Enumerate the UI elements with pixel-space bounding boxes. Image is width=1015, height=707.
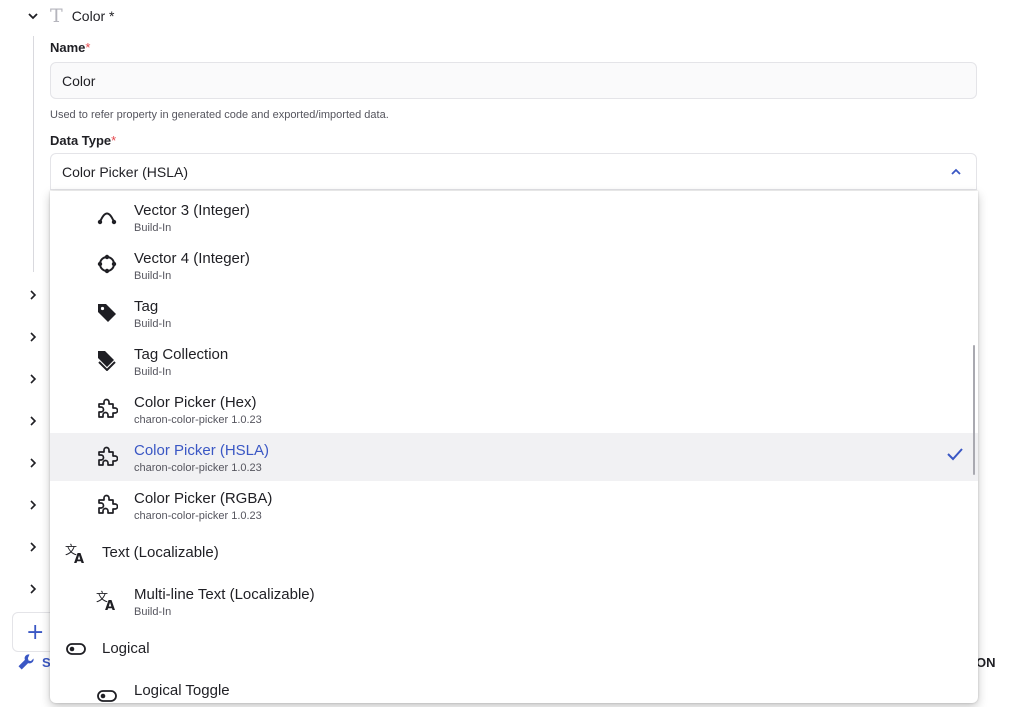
option-color-picker-rgba[interactable]: Color Picker (RGBA) charon-color-picker … [50,481,978,529]
vector4-icon [96,253,118,275]
puzzle-icon [96,493,119,515]
required-mark: * [85,40,91,55]
tags-icon [96,349,118,372]
name-label-text: Name [50,40,86,55]
chevron-right-icon[interactable] [24,580,42,598]
data-type-dropdown[interactable]: Vector 3 (Integer) Build-In Vector 4 (In… [50,191,978,703]
chevron-down-icon[interactable] [22,5,44,27]
option-label: Vector 4 (Integer) [134,250,250,267]
option-source: Build-In [134,270,172,282]
name-label: Name* [50,40,90,55]
vector3-icon [96,205,118,227]
option-source: Build-In [134,366,172,378]
check-icon [946,446,964,467]
puzzle-icon [96,445,119,467]
chevron-right-icon[interactable] [24,496,42,514]
data-type-label-text: Data Type [50,133,112,148]
option-color-picker-hsla[interactable]: Color Picker (HSLA) charon-color-picker … [50,433,978,481]
required-mark: * [111,133,117,148]
data-type-label: Data Type* [50,133,116,148]
toggle-icon [96,685,118,703]
tree-guide-line [33,36,34,272]
chevron-right-icon[interactable] [24,412,42,430]
toggle-icon [65,638,87,660]
chevron-right-icon[interactable] [24,538,42,556]
option-logical-toggle[interactable]: Logical Toggle [50,673,978,703]
option-source: Build-In [134,318,172,330]
option-label: Tag [134,298,159,315]
chevron-right-icon[interactable] [24,286,42,304]
text-type-icon: T [50,5,63,27]
chevron-up-icon[interactable] [950,165,962,181]
chevron-right-icon[interactable] [24,370,42,388]
translate-icon: 文A [65,542,87,567]
dropdown-scrollbar[interactable] [973,345,975,475]
plus-icon[interactable]: + [26,620,44,645]
option-label: Multi-line Text (Localizable) [134,586,315,603]
name-value: Color [62,72,96,89]
svg-text:A: A [105,599,115,611]
data-type-value: Color Picker (HSLA) [62,163,189,180]
property-header[interactable]: T Color * [22,4,114,28]
option-label: Logical Toggle [134,682,230,699]
name-help-text: Used to refer property in generated code… [50,109,389,121]
group-label: Text (Localizable) [102,544,219,561]
option-source: Build-In [134,222,172,234]
option-source: charon-color-picker 1.0.23 [134,462,262,474]
option-label: Color Picker (HSLA) [134,442,270,459]
option-source: charon-color-picker 1.0.23 [134,414,262,426]
chevron-right-icon[interactable] [24,328,42,346]
name-field[interactable]: Color [50,62,977,99]
option-source: Build-In [134,606,172,618]
group-text-localizable[interactable]: 文A Text (Localizable) [50,533,978,573]
tag-icon [96,301,118,323]
property-title: Color * [71,8,115,24]
option-vector3-integer[interactable]: Vector 3 (Integer) Build-In [50,193,978,241]
action-button-fragment[interactable]: ON [976,655,996,670]
translate-icon: 文A [96,589,118,614]
option-multiline-text-localizable[interactable]: 文A Multi-line Text (Localizable) Build-I… [50,577,978,625]
option-tag[interactable]: Tag Build-In [50,289,978,337]
option-label: Vector 3 (Integer) [134,202,250,219]
option-label: Color Picker (RGBA) [134,490,273,507]
option-tag-collection[interactable]: Tag Collection Build-In [50,337,978,385]
option-label: Tag Collection [134,346,229,363]
group-label: Logical [102,640,150,657]
puzzle-icon [96,397,119,419]
chevron-right-icon[interactable] [24,454,42,472]
option-color-picker-hex[interactable]: Color Picker (Hex) charon-color-picker 1… [50,385,978,433]
group-logical[interactable]: Logical [50,629,978,669]
svg-text:A: A [74,552,84,564]
option-label: Color Picker (Hex) [134,394,257,411]
option-source: charon-color-picker 1.0.23 [134,510,262,522]
wrench-icon[interactable] [16,652,36,677]
option-vector4-integer[interactable]: Vector 4 (Integer) Build-In [50,241,978,289]
data-type-select[interactable]: Color Picker (HSLA) [50,153,977,190]
